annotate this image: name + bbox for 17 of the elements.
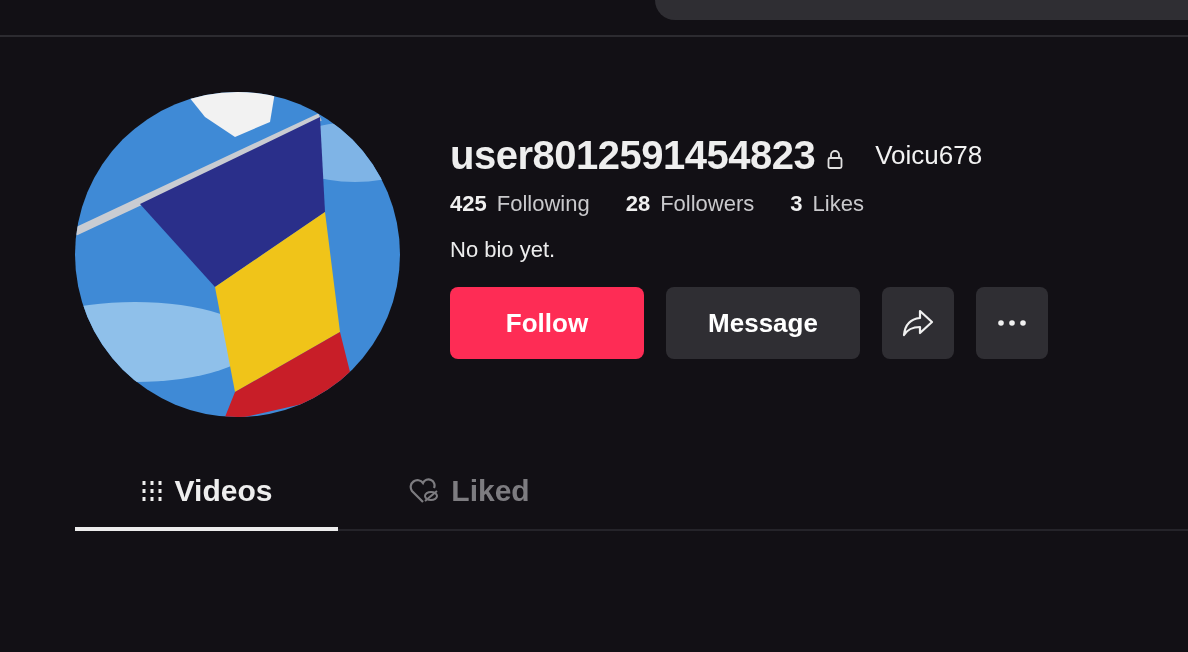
hidden-heart-icon [409, 478, 440, 504]
stat-text: 425 Following [450, 191, 590, 217]
tab[interactable]: Videos [75, 455, 338, 531]
nickname: Voicu678 [875, 139, 983, 171]
share-button[interactable] [882, 287, 954, 359]
follow-button[interactable]: Follow [450, 287, 644, 359]
tab[interactable]: Liked [338, 455, 601, 531]
search-bar[interactable] [655, 0, 1188, 20]
message-button[interactable]: Message [666, 287, 860, 359]
more-icon [998, 320, 1026, 326]
stat-text: 3 Likes [790, 191, 864, 217]
more-button[interactable] [976, 287, 1048, 359]
stat-text: 28 Followers [625, 191, 755, 217]
share-icon [901, 308, 935, 338]
grid-icon [140, 480, 163, 502]
username: user8012591454823 [450, 132, 816, 178]
bio-text: No bio yet. [450, 237, 557, 263]
